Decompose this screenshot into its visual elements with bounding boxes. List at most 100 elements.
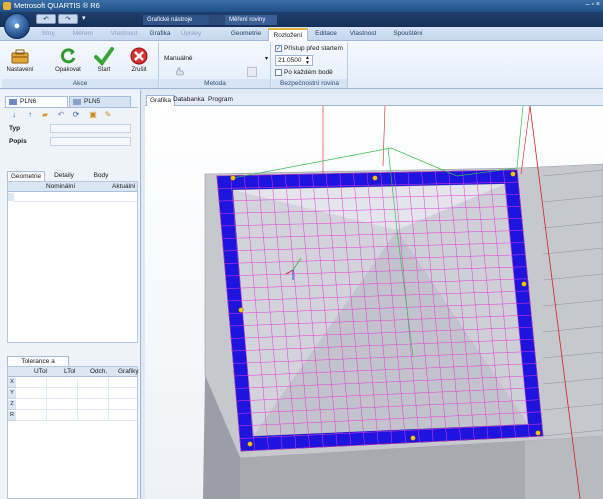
group-method-label: Metoda	[160, 79, 270, 88]
column-graphics: Grafiky	[118, 368, 139, 375]
group-actions-label: Akce	[2, 79, 158, 88]
qat-more-icon[interactable]: ▾	[82, 14, 86, 22]
lock-icon[interactable]: ▣	[88, 110, 98, 120]
tab-edits[interactable]: Úpravy	[176, 28, 206, 41]
app-icon	[3, 2, 11, 10]
row-header-y: Y	[8, 389, 16, 399]
safety-plane-spinner[interactable]: 21.0500 ▲ ▼	[275, 55, 313, 66]
tab-editing[interactable]: Editace	[311, 28, 341, 41]
row-header-x: X	[8, 378, 16, 388]
quick-access-toolbar	[0, 12, 603, 27]
safety-plane-value: 21.0500	[278, 57, 302, 64]
undo-icon[interactable]: ↶	[56, 110, 66, 120]
column-divider	[46, 378, 47, 421]
context-spacer	[209, 15, 225, 25]
cancel-label: Zrušit	[131, 67, 147, 73]
cancel-button[interactable]: Zrušit	[124, 44, 154, 78]
plane-icon	[9, 99, 17, 105]
probe-point	[535, 430, 541, 436]
row-header-r: R	[8, 411, 16, 421]
subtab-details[interactable]: Detaily	[48, 171, 80, 181]
description-label: Popis	[9, 138, 27, 145]
window-controls[interactable]: – ▫ ×	[586, 1, 600, 8]
group-actions: Nastavení Opakovat Start Zrušit Akce	[2, 42, 159, 88]
approach-before-start-checkbox[interactable]: ✓	[275, 45, 282, 52]
hand-icon[interactable]	[175, 67, 185, 77]
method-option-icon[interactable]	[247, 67, 257, 77]
tab-pln6[interactable]: PLN6	[5, 96, 68, 107]
row-header-z: Z	[8, 400, 16, 410]
tab-databank[interactable]: Databanka	[170, 95, 207, 106]
tab-property-dim[interactable]: Vlastnost	[104, 28, 144, 41]
undo-button[interactable]: ↶	[36, 14, 56, 24]
tab-pln5-label: PLN5	[84, 98, 101, 105]
subtab-geometry[interactable]: Geometrie	[7, 171, 45, 181]
retry-label: Opakovat	[55, 67, 81, 73]
chevron-down-icon[interactable]: ▾	[265, 55, 268, 62]
after-each-point-checkbox[interactable]	[275, 69, 282, 76]
probe-point	[372, 175, 378, 181]
redo-button[interactable]: ↷	[58, 14, 78, 24]
application-menu-button[interactable]: ●	[4, 13, 30, 39]
probe-point	[238, 307, 244, 313]
probe-point	[247, 441, 253, 447]
description-field[interactable]	[50, 137, 131, 146]
tab-geometry[interactable]: Geometrie	[227, 28, 265, 41]
context-graphic-tools: Grafické nástroje	[143, 15, 209, 25]
geometry-grid	[7, 181, 138, 343]
start-button[interactable]: Start	[89, 44, 119, 78]
column-deviation: Odch.	[90, 368, 108, 375]
type-label: Typ	[9, 125, 21, 132]
toolbox-icon	[11, 49, 29, 64]
tab-program[interactable]: Program	[205, 95, 236, 106]
method-value: Manuálně	[164, 55, 193, 62]
probe-point	[230, 175, 236, 181]
spinner-arrows-icon[interactable]: ▲ ▼	[305, 56, 310, 66]
tab-layout[interactable]: Rozložení	[268, 28, 308, 41]
settings-button[interactable]: Nastavení	[5, 44, 35, 78]
window-title: Metrosoft QUARTIS ® R6	[14, 1, 100, 10]
divider	[4, 107, 138, 108]
settings-label: Nastavení	[6, 67, 34, 73]
folder-icon[interactable]: ▰	[40, 110, 50, 120]
group-safety-plane-label: Bezpečnostní rovina	[272, 79, 347, 88]
arrow-down-icon[interactable]: ↓	[9, 110, 19, 120]
checkmark-icon	[94, 47, 114, 66]
tab-run[interactable]: Spouštění	[388, 28, 428, 41]
table-row[interactable]	[14, 193, 137, 202]
type-field[interactable]	[50, 124, 131, 133]
tab-property[interactable]: Vlastnost	[345, 28, 381, 41]
group-method: Metoda	[160, 42, 271, 88]
retry-button[interactable]: Opakovat	[53, 44, 83, 78]
column-divider	[108, 378, 109, 421]
method-select[interactable]: Manuálně ▾	[164, 55, 268, 65]
column-utol: UTol	[34, 368, 48, 375]
part-3d-view[interactable]	[145, 106, 603, 499]
probe-point	[521, 281, 527, 287]
graphics-viewport[interactable]	[145, 106, 603, 499]
tolerance-grid-header: UTol LTol Odch. Grafiky	[8, 367, 139, 377]
tab-tolerances[interactable]: Tolerance a odchylky	[7, 356, 69, 374]
tab-pln5[interactable]: PLN5	[69, 96, 131, 107]
start-label: Start	[97, 67, 111, 73]
plane-icon	[73, 99, 81, 105]
context-measure-planes: Měření roviny	[225, 15, 277, 25]
probe-point	[510, 171, 516, 177]
subtab-points[interactable]: Body	[86, 171, 116, 181]
arrow-up-icon[interactable]: ↑	[25, 110, 35, 120]
title-bar: Metrosoft QUARTIS ® R6 – ▫ ×	[0, 0, 603, 12]
tab-measurement[interactable]: Měření	[66, 28, 100, 41]
tab-pln6-label: PLN6	[20, 98, 37, 105]
pencil-icon[interactable]: ✎	[103, 110, 113, 120]
geometry-grid-header: Nominální Aktuální	[8, 182, 137, 192]
column-nominal: Nominální	[46, 183, 76, 190]
refresh-icon	[60, 48, 76, 64]
tab-machine[interactable]: Stroj	[34, 28, 62, 41]
part-side	[525, 436, 603, 499]
refresh-icon[interactable]: ⟳	[71, 110, 81, 120]
column-ltol: LTol	[64, 368, 76, 375]
tab-graphics[interactable]: Grafika	[146, 28, 174, 41]
after-each-point-label: Po každém bodě	[284, 69, 333, 76]
approach-before-start-label: Přístup před startem	[284, 45, 343, 52]
column-actual: Aktuální	[112, 183, 136, 190]
